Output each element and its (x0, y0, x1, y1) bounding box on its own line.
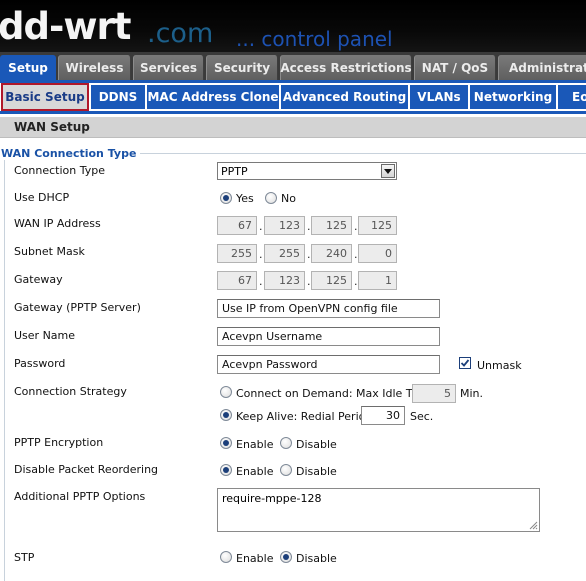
max-idle-time-unit: Min. (460, 387, 484, 400)
redial-period-unit: Sec. (410, 410, 434, 423)
subtab-vlans[interactable]: VLANs (410, 85, 468, 109)
pptp-server-input[interactable]: Use IP from OpenVPN config file (217, 299, 440, 318)
stp-enable-label: Enable (236, 552, 274, 565)
subtab-ddns[interactable]: DDNS (91, 85, 145, 109)
tab-setup[interactable]: Setup (0, 55, 56, 80)
unmask-label: Unmask (477, 359, 522, 372)
tab-security[interactable]: Security (206, 55, 278, 80)
wan-ip-octet-1[interactable]: 67 (217, 216, 257, 235)
pptp-encryption-disable-label: Disable (296, 438, 337, 451)
redial-period-input[interactable]: 30 (361, 406, 405, 425)
checkmark-icon (460, 359, 470, 367)
subnet-mask-octet-1[interactable]: 255 (217, 244, 257, 263)
packet-reordering-label: Disable Packet Reordering (14, 463, 159, 476)
gateway-octet-4[interactable]: 1 (358, 271, 397, 290)
connection-type-label: Connection Type (14, 164, 106, 177)
use-dhcp-yes-radio[interactable] (220, 192, 232, 204)
fieldset-legend: WAN Connection Type (1, 147, 141, 160)
pptp-encryption-enable-label: Enable (236, 438, 274, 451)
packet-reordering-enable-label: Enable (236, 465, 274, 478)
stp-disable-radio[interactable] (280, 551, 292, 563)
use-dhcp-yes-label: Yes (236, 192, 254, 205)
sub-tab-underline (0, 111, 586, 114)
subtab-advanced-routing[interactable]: Advanced Routing (281, 85, 408, 109)
wan-ip-octet-3[interactable]: 125 (311, 216, 352, 235)
pptp-options-textarea[interactable]: require-mppe-128 (217, 488, 540, 532)
stp-label: STP (14, 551, 35, 564)
keep-alive-radio[interactable] (220, 409, 232, 421)
wan-ip-dot: . (307, 220, 311, 233)
subnet-mask-dot: . (259, 248, 263, 261)
logo-dotcom: .com (147, 18, 214, 49)
wan-ip-label: WAN IP Address (14, 217, 101, 230)
subnet-mask-label: Subnet Mask (14, 245, 85, 258)
subnet-mask-octet-2[interactable]: 255 (264, 244, 305, 263)
tab-nat-qos[interactable]: NAT / QoS (414, 55, 496, 80)
section-title-wan-setup: WAN Setup (0, 117, 586, 138)
use-dhcp-no-radio[interactable] (265, 192, 277, 204)
logo-ddwrt: dd-wrt (0, 5, 131, 48)
keep-alive-label: Keep Alive: Redial Period (236, 410, 373, 423)
gateway-dot: . (354, 275, 358, 288)
pptp-encryption-label: PPTP Encryption (14, 436, 104, 449)
tab-services[interactable]: Services (133, 55, 204, 80)
pptp-options-value: require-mppe-128 (222, 492, 322, 505)
use-dhcp-no-label: No (281, 192, 296, 205)
header-banner: dd-wrt .com ... control panel (0, 0, 586, 52)
tab-administration[interactable]: Administration (498, 55, 586, 80)
resize-grip-icon[interactable] (529, 521, 538, 530)
subnet-mask-dot: . (354, 248, 358, 261)
tab-access-restrictions[interactable]: Access Restrictions (280, 55, 412, 80)
connection-type-value: PPTP (221, 164, 248, 178)
sub-tab-bar: Basic Setup DDNS MAC Address Clone Advan… (0, 83, 586, 111)
main-tab-bar: Setup Wireless Services Security Access … (0, 52, 586, 83)
connection-strategy-label: Connection Strategy (14, 385, 127, 398)
subnet-mask-octet-4[interactable]: 0 (358, 244, 397, 263)
subtab-basic-setup[interactable]: Basic Setup (1, 83, 89, 111)
pptp-server-label: Gateway (PPTP Server) (14, 301, 141, 314)
use-dhcp-label: Use DHCP (14, 191, 70, 204)
password-input[interactable]: Acevpn Password (217, 355, 440, 374)
connect-on-demand-radio[interactable] (220, 386, 232, 398)
packet-reordering-disable-radio[interactable] (280, 464, 292, 476)
password-label: Password (14, 357, 66, 370)
gateway-octet-2[interactable]: 123 (264, 271, 305, 290)
connection-type-select[interactable]: PPTP (217, 162, 397, 180)
pptp-encryption-enable-radio[interactable] (220, 437, 232, 449)
subtab-mac-address-clone[interactable]: MAC Address Clone (147, 85, 279, 109)
packet-reordering-disable-label: Disable (296, 465, 337, 478)
user-name-input[interactable]: Acevpn Username (217, 327, 440, 346)
subnet-mask-octet-3[interactable]: 240 (311, 244, 352, 263)
subtab-networking[interactable]: Networking (470, 85, 556, 109)
packet-reordering-enable-radio[interactable] (220, 464, 232, 476)
tab-wireless[interactable]: Wireless (58, 55, 131, 80)
gateway-dot: . (307, 275, 311, 288)
logo-subtitle: ... control panel (236, 27, 393, 51)
unmask-checkbox[interactable] (459, 357, 471, 369)
max-idle-time-input[interactable]: 5 (412, 384, 456, 403)
wan-ip-octet-2[interactable]: 123 (264, 216, 305, 235)
chevron-down-icon[interactable] (381, 164, 395, 178)
subnet-mask-dot: . (307, 248, 311, 261)
pptp-encryption-disable-radio[interactable] (280, 437, 292, 449)
gateway-label: Gateway (14, 273, 63, 286)
subtab-eoip[interactable]: Eo (558, 85, 586, 109)
wan-ip-octet-4[interactable]: 125 (358, 216, 397, 235)
user-name-label: User Name (14, 329, 76, 342)
connect-on-demand-label: Connect on Demand: Max Idle Time (236, 387, 433, 400)
pptp-options-label: Additional PPTP Options (14, 490, 146, 503)
stp-disable-label: Disable (296, 552, 337, 565)
gateway-octet-3[interactable]: 125 (311, 271, 352, 290)
stp-enable-radio[interactable] (220, 551, 232, 563)
gateway-dot: . (259, 275, 263, 288)
wan-ip-dot: . (259, 220, 263, 233)
wan-ip-dot: . (354, 220, 358, 233)
gateway-octet-1[interactable]: 67 (217, 271, 257, 290)
